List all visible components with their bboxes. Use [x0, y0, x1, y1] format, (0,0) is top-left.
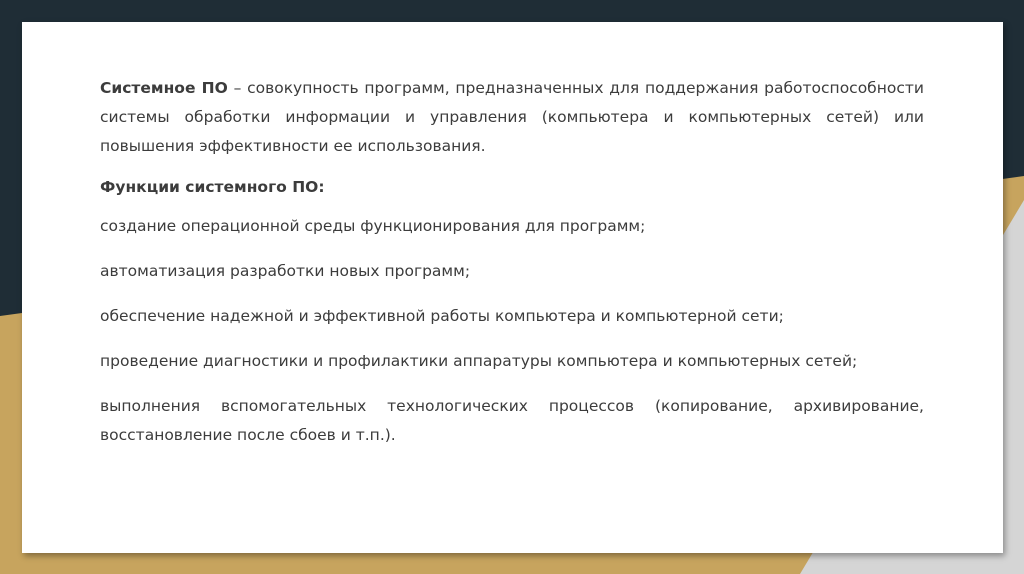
definition-term: Системное ПО: [100, 79, 228, 97]
functions-heading: Функции системного ПО:: [100, 178, 325, 196]
function-item: выполнения вспомогательных технологическ…: [100, 397, 924, 444]
function-item: создание операционной среды функциониров…: [100, 217, 646, 235]
function-item: обеспечение надежной и эффективной работ…: [100, 307, 784, 325]
function-item: проведение диагностики и профилактики ап…: [100, 352, 858, 370]
definition-paragraph: Системное ПО – совокупность программ, пр…: [100, 74, 924, 161]
slide-content: Системное ПО – совокупность программ, пр…: [100, 74, 924, 466]
slide: Системное ПО – совокупность программ, пр…: [22, 22, 1003, 553]
function-item: автоматизация разработки новых программ;: [100, 262, 471, 280]
